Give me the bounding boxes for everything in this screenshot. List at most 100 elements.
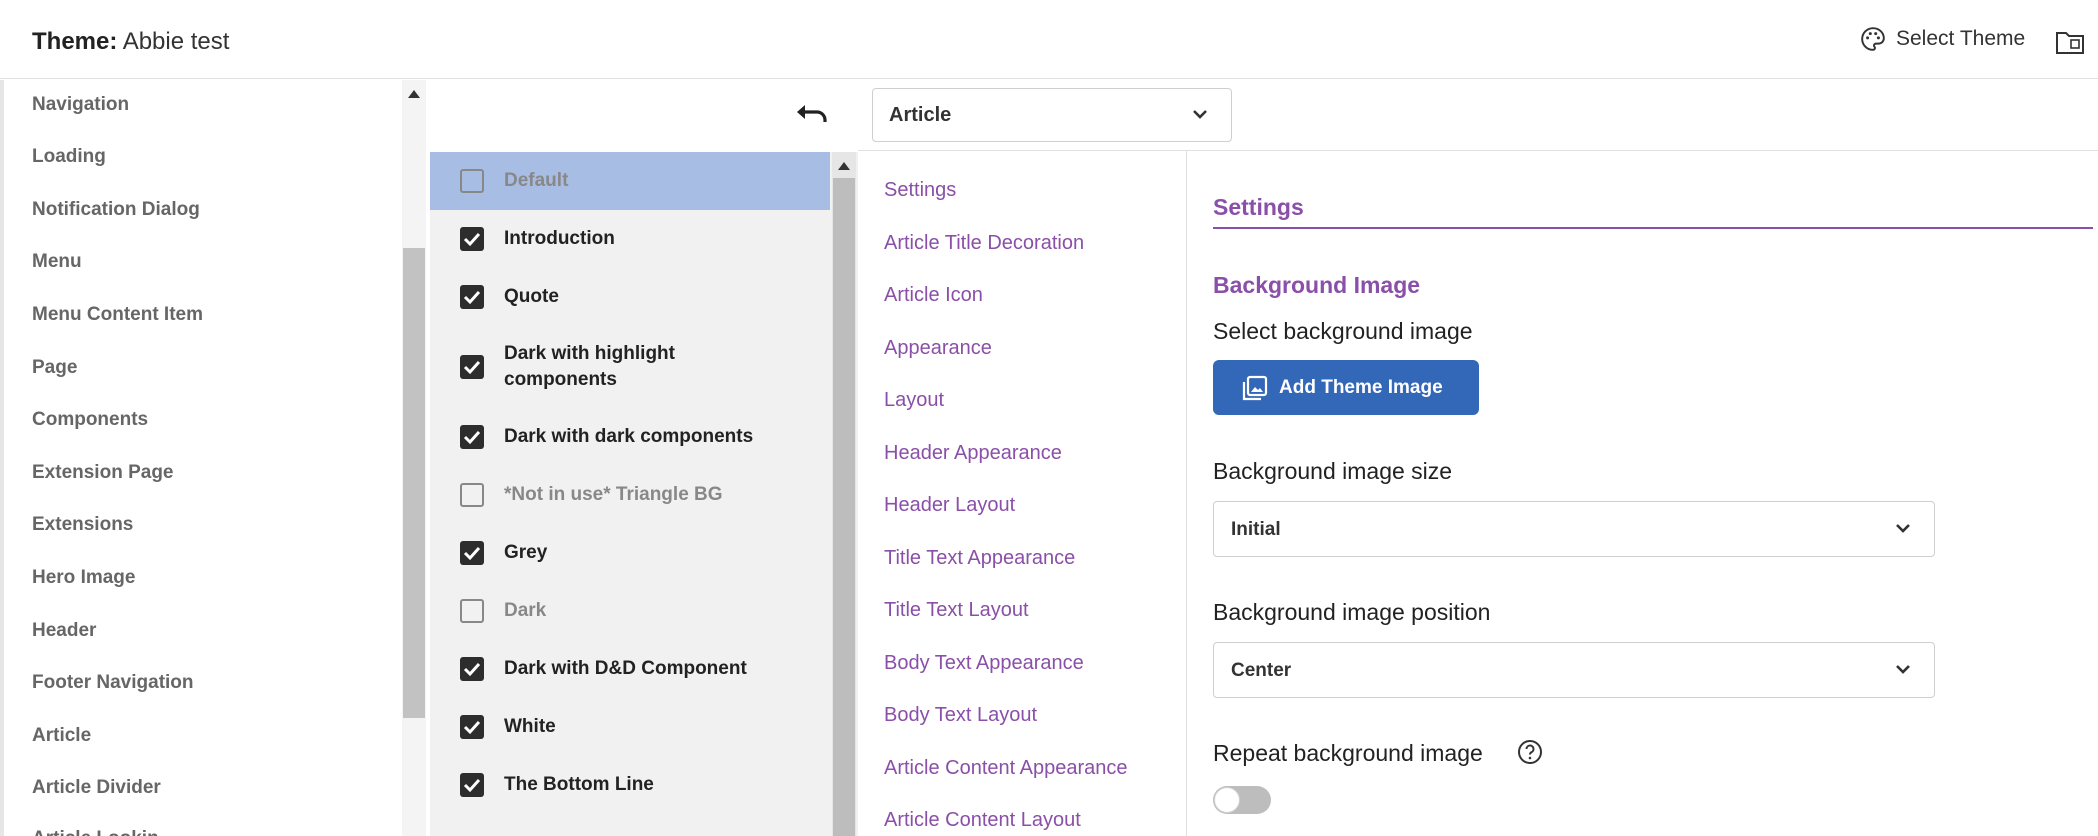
- checkbox-icon[interactable]: [460, 657, 484, 681]
- add-theme-image-label: Add Theme Image: [1279, 376, 1443, 398]
- checkbox-icon[interactable]: [460, 715, 484, 739]
- chevron-down-icon: [1193, 110, 1207, 119]
- nav-item[interactable]: Article Divider: [32, 777, 161, 799]
- checkbox-icon[interactable]: [460, 355, 484, 379]
- subnav-link[interactable]: Article Content Layout: [884, 809, 1081, 832]
- component-select[interactable]: Article: [872, 88, 1232, 142]
- add-theme-image-button[interactable]: Add Theme Image: [1213, 360, 1479, 415]
- variant-label: Dark with highlight components: [504, 343, 675, 390]
- nav-item[interactable]: Navigation: [32, 94, 129, 116]
- variant-row[interactable]: Dark: [430, 582, 830, 640]
- variant-scroll-up-arrow[interactable]: [838, 162, 850, 170]
- chevron-down-icon: [1896, 665, 1910, 674]
- variant-label: Grey: [504, 542, 548, 563]
- undo-icon[interactable]: [794, 100, 830, 132]
- toggle-knob: [1214, 787, 1240, 813]
- variant-label: White: [504, 716, 556, 737]
- image-gallery-icon: [1242, 375, 1268, 400]
- subnav-link[interactable]: Article Icon: [884, 284, 983, 307]
- variant-label: The Bottom Line: [504, 774, 654, 795]
- nav-scroll-up-arrow[interactable]: [408, 90, 420, 98]
- nav-item[interactable]: Header: [32, 620, 96, 642]
- subnav-link[interactable]: Header Appearance: [884, 442, 1062, 465]
- header: Theme: Abbie test Select Theme: [0, 0, 2098, 79]
- background-position-label: Background image position: [1213, 599, 1491, 625]
- nav-item[interactable]: Page: [32, 357, 77, 379]
- variant-row[interactable]: Dark with highlight components: [430, 326, 830, 408]
- settings-heading: Settings: [1213, 194, 1304, 220]
- nav-item[interactable]: Menu Content Item: [32, 304, 203, 326]
- variant-label: Dark with dark components: [504, 426, 754, 447]
- variant-label: Dark: [504, 600, 547, 621]
- heading-rule: [1213, 227, 2093, 229]
- folder-icon[interactable]: [2054, 28, 2086, 56]
- background-size-value: Initial: [1231, 519, 1281, 540]
- variant-toolbar: [430, 80, 858, 152]
- nav-item[interactable]: Article Lookin...: [32, 828, 175, 836]
- subnav-link[interactable]: Title Text Layout: [884, 599, 1029, 622]
- nav-item[interactable]: Extension Page: [32, 462, 174, 484]
- background-position-value: Center: [1231, 660, 1292, 681]
- variant-row[interactable]: *Not in use* Triangle BG: [430, 466, 830, 524]
- background-size-select[interactable]: Initial: [1213, 501, 1935, 557]
- variant-list-panel: Default Introduction Quote Dark with hig…: [430, 80, 858, 836]
- variant-row[interactable]: Dark with dark components: [430, 408, 830, 466]
- title-label: Theme:: [32, 28, 118, 55]
- background-position-select[interactable]: Center: [1213, 642, 1935, 698]
- checkbox-icon[interactable]: [460, 285, 484, 309]
- nav-item[interactable]: Hero Image: [32, 567, 135, 589]
- checkbox-icon[interactable]: [460, 599, 484, 623]
- subnav-link[interactable]: Appearance: [884, 337, 992, 360]
- theme-editor: Theme: Abbie test Select Theme Navigatio…: [0, 0, 2098, 836]
- palette-icon: [1861, 27, 1885, 51]
- variant-label: *Not in use* Triangle BG: [504, 484, 723, 505]
- page-title: Theme: Abbie test: [32, 28, 229, 56]
- background-size-label: Background image size: [1213, 458, 1453, 484]
- divider: [1186, 150, 1187, 836]
- subnav-link[interactable]: Title Text Appearance: [884, 547, 1075, 570]
- repeat-background-toggle[interactable]: [1213, 786, 1271, 814]
- variant-label: Introduction: [504, 228, 615, 249]
- help-icon[interactable]: [1517, 739, 1543, 765]
- chevron-down-icon: [1896, 524, 1910, 533]
- variant-row[interactable]: Default: [430, 152, 830, 210]
- nav-item[interactable]: Footer Navigation: [32, 672, 194, 694]
- checkbox-icon[interactable]: [460, 425, 484, 449]
- divider: [858, 150, 2098, 151]
- variant-label: Default: [504, 170, 569, 191]
- variant-row[interactable]: Dark with D&D Component: [430, 640, 830, 698]
- checkbox-icon[interactable]: [460, 483, 484, 507]
- variant-row[interactable]: White: [430, 698, 830, 756]
- subnav-link[interactable]: Article Content Appearance: [884, 757, 1128, 780]
- variant-row[interactable]: Introduction: [430, 210, 830, 268]
- variant-label: Dark with D&D Component: [504, 658, 747, 679]
- component-select-value: Article: [889, 104, 952, 126]
- variant-scrollbar-thumb[interactable]: [833, 178, 855, 836]
- nav-item[interactable]: Loading: [32, 146, 106, 168]
- variant-row[interactable]: Grey: [430, 524, 830, 582]
- subnav-link[interactable]: Article Title Decoration: [884, 232, 1084, 255]
- checkbox-icon[interactable]: [460, 541, 484, 565]
- title-value: Abbie test: [122, 28, 230, 55]
- variant-label: Quote: [504, 286, 559, 307]
- nav-scrollbar-thumb[interactable]: [403, 248, 425, 718]
- nav-item[interactable]: Components: [32, 409, 148, 431]
- nav-item[interactable]: Notification Dialog: [32, 199, 200, 221]
- checkbox-icon[interactable]: [460, 773, 484, 797]
- subnav-link[interactable]: Body Text Appearance: [884, 652, 1084, 675]
- nav-item[interactable]: Article: [32, 725, 91, 747]
- variant-row[interactable]: The Bottom Line: [430, 756, 830, 814]
- checkbox-icon[interactable]: [460, 169, 484, 193]
- background-image-heading: Background Image: [1213, 272, 1421, 298]
- subnav-link[interactable]: Header Layout: [884, 494, 1015, 517]
- subnav-link[interactable]: Settings: [884, 179, 956, 202]
- repeat-background-label: Repeat background image: [1213, 740, 1483, 766]
- subnav-link[interactable]: Layout: [884, 389, 944, 412]
- nav-item[interactable]: Extensions: [32, 514, 133, 536]
- select-theme-button[interactable]: Select Theme: [1860, 26, 2025, 52]
- select-theme-label: Select Theme: [1896, 27, 2026, 50]
- checkbox-icon[interactable]: [460, 227, 484, 251]
- nav-item[interactable]: Menu: [32, 251, 82, 273]
- variant-row[interactable]: Quote: [430, 268, 830, 326]
- subnav-link[interactable]: Body Text Layout: [884, 704, 1037, 727]
